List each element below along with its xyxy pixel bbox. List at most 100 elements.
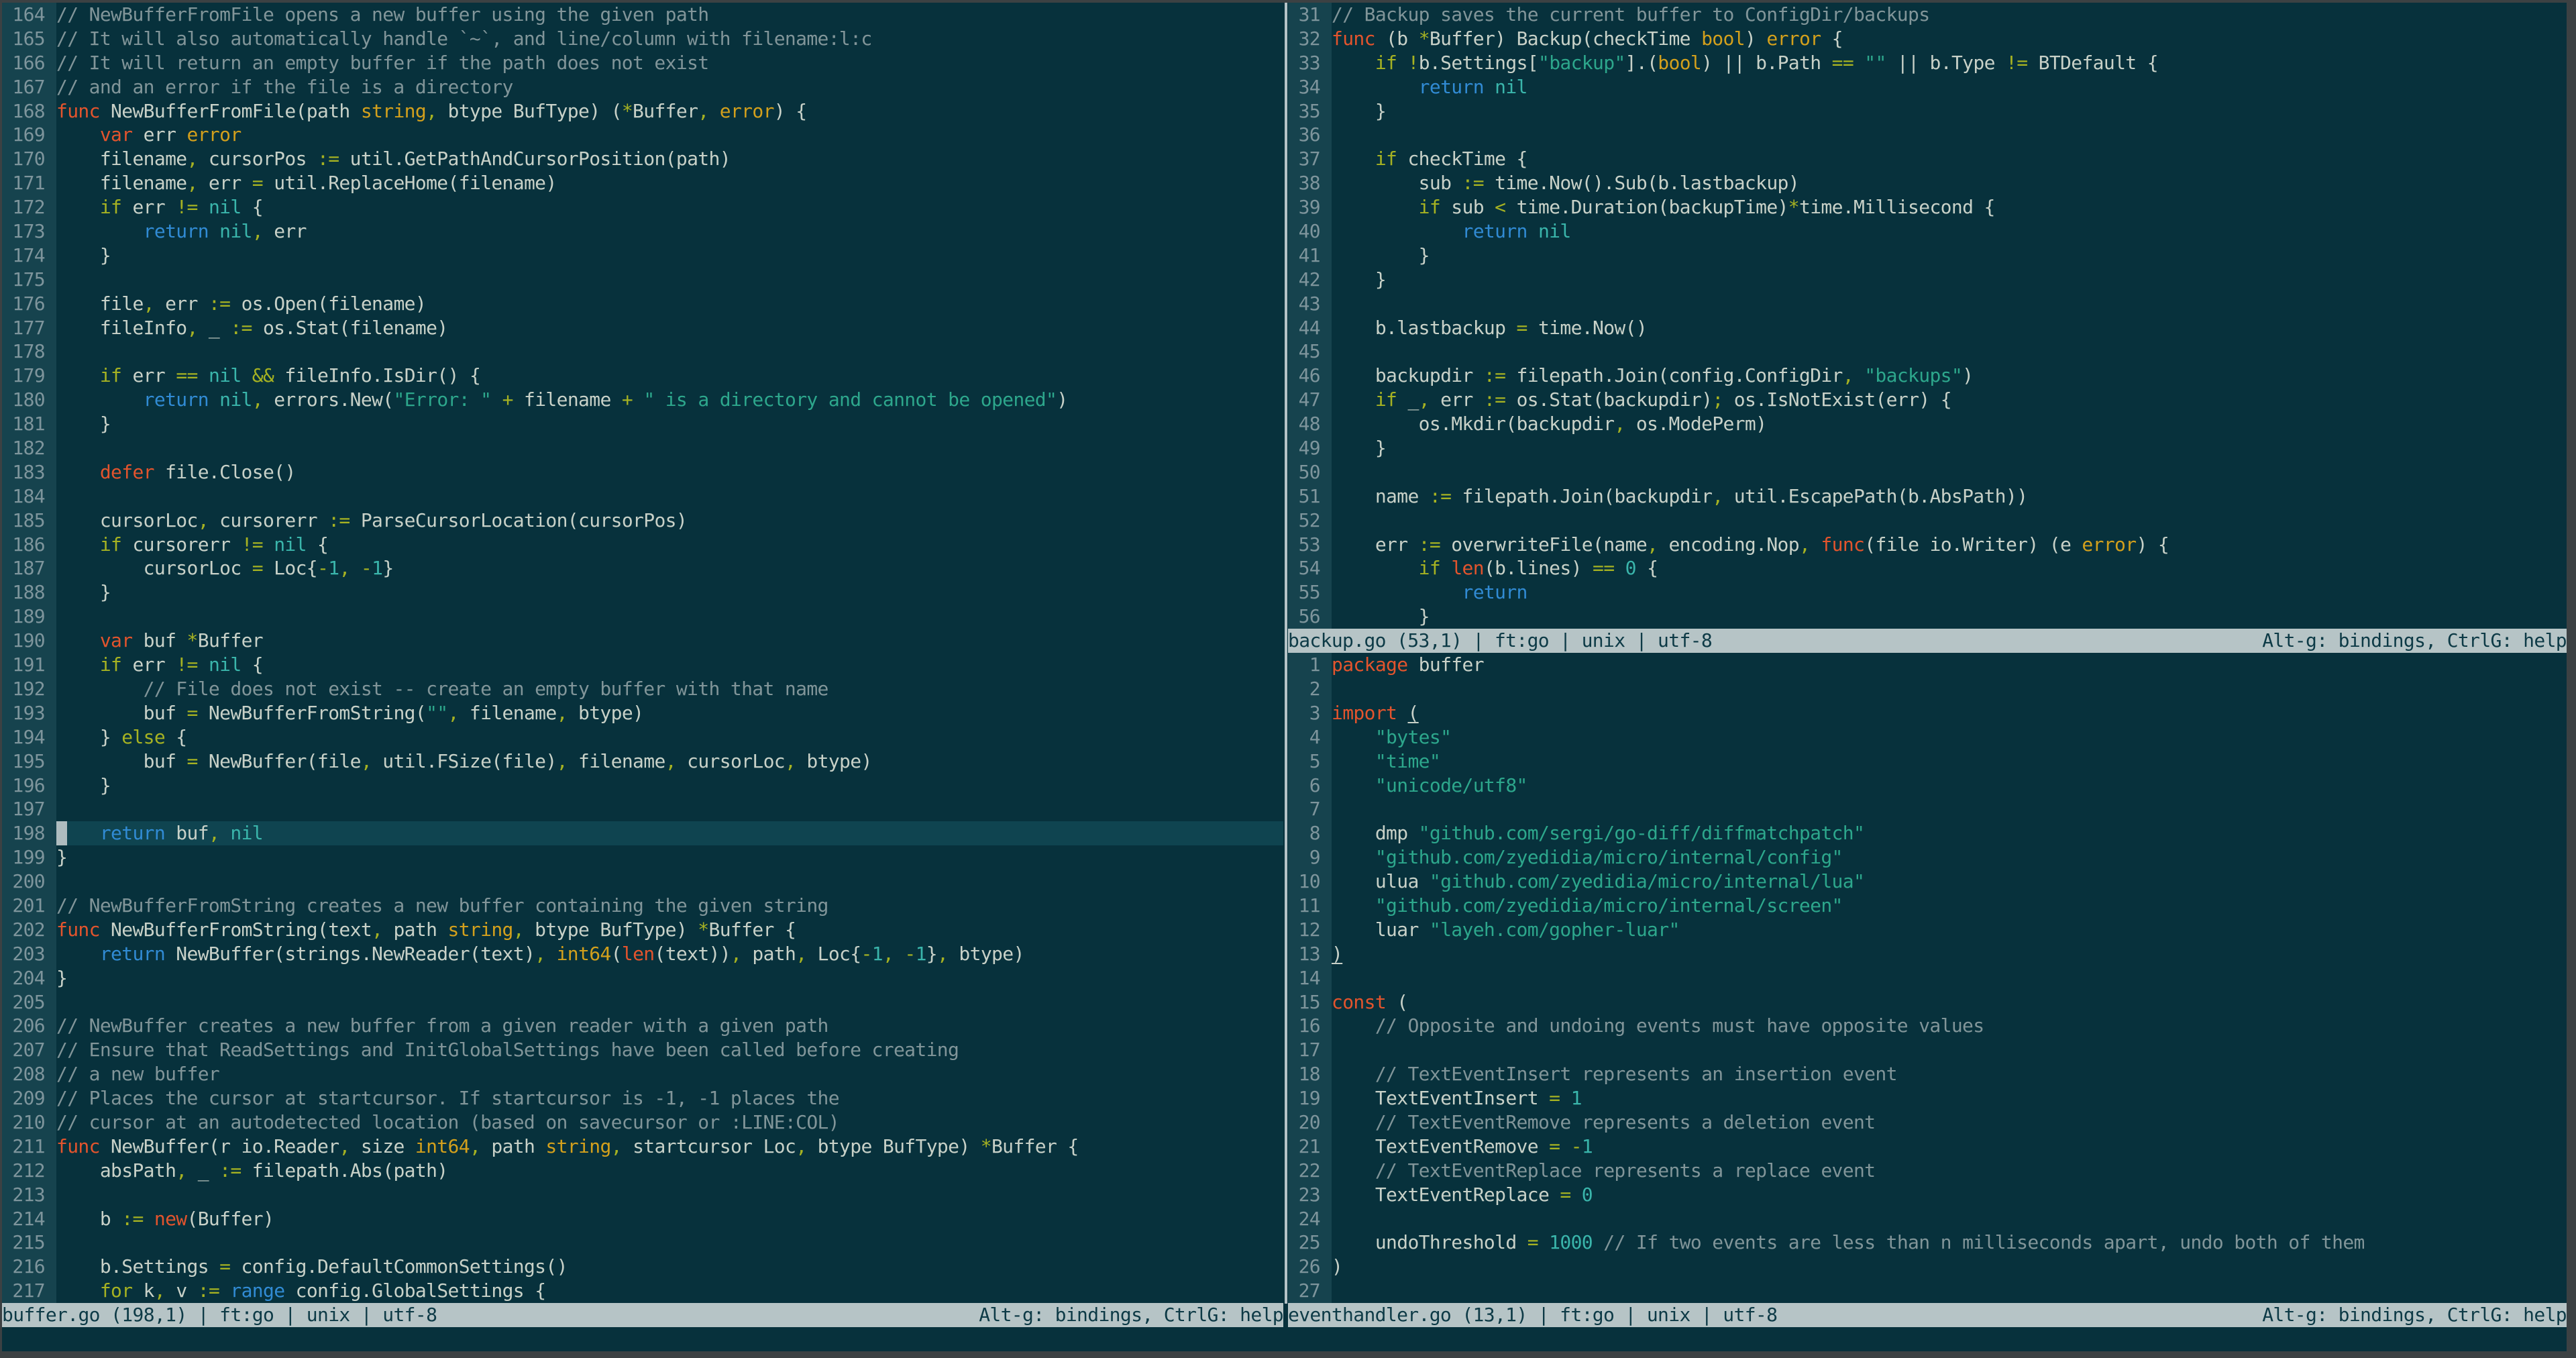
line-content[interactable]: if sub < time.Duration(backupTime)*time.… [1332, 195, 2567, 219]
code-line-165[interactable]: 165// It will also automatically handle … [2, 26, 1283, 51]
line-content[interactable] [56, 436, 1283, 460]
line-content[interactable]: "bytes" [1332, 725, 2567, 749]
code-line-203[interactable]: 203 return NewBuffer(strings.NewReader(t… [2, 941, 1283, 966]
code-line-214[interactable]: 214 b := new(Buffer) [2, 1206, 1283, 1231]
line-content[interactable]: // TextEventRemove represents a deletion… [1332, 1110, 2567, 1135]
line-content[interactable]: } [56, 845, 1283, 870]
code-line-179[interactable]: 179 if err == nil && fileInfo.IsDir() { [2, 364, 1283, 388]
line-content[interactable]: return nil [1332, 75, 2567, 99]
line-content[interactable]: // File does not exist -- create an empt… [56, 677, 1283, 701]
code-line-196[interactable]: 196 } [2, 773, 1283, 798]
pane-right-column[interactable]: 31// Backup saves the current buffer to … [1288, 3, 2567, 1328]
code-area-backup-go[interactable]: 31// Backup saves the current buffer to … [1288, 3, 2567, 629]
code-line-2[interactable]: 2 [1288, 676, 2567, 701]
code-line-202[interactable]: 202 func NewBufferFromString(text, path s… [2, 917, 1283, 942]
code-line-31[interactable]: 31// Backup saves the current buffer to … [1288, 3, 2567, 27]
line-content[interactable]: func NewBufferFromString(text, path stri… [56, 918, 1283, 942]
line-content[interactable]: if len(b.lines) == 0 { [1332, 556, 2567, 580]
line-content[interactable]: // and an error if the file is a directo… [56, 75, 1283, 99]
code-line-34[interactable]: 34 return nil [1288, 74, 2567, 99]
code-line-4[interactable]: 4 "bytes" [1288, 725, 2567, 749]
line-content[interactable] [1332, 460, 2567, 484]
code-line-56[interactable]: 56 } [1288, 605, 2567, 629]
line-content[interactable] [1332, 1279, 2567, 1303]
line-content[interactable] [56, 605, 1283, 629]
code-line-47[interactable]: 47 if _, err := os.Stat(backupdir); os.I… [1288, 388, 2567, 413]
line-content[interactable] [1332, 340, 2567, 364]
code-line-26[interactable]: 26) [1288, 1255, 2567, 1279]
code-line-39[interactable]: 39 if sub < time.Duration(backupTime)*ti… [1288, 195, 2567, 220]
line-content[interactable]: name := filepath.Join(backupdir, util.Es… [1332, 484, 2567, 509]
line-content[interactable]: } [56, 244, 1283, 268]
line-content[interactable]: func (b *Buffer) Backup(checkTime bool) … [1332, 27, 2567, 51]
code-line-25[interactable]: 25 undoThreshold = 1000 // If two events… [1288, 1231, 2567, 1255]
line-content[interactable]: return [1332, 580, 2567, 605]
line-content[interactable]: return NewBuffer(strings.NewReader(text)… [56, 942, 1283, 966]
line-content[interactable]: sub := time.Now().Sub(b.lastbackup) [1332, 171, 2567, 195]
line-content[interactable] [1332, 292, 2567, 316]
line-content[interactable]: // Places the cursor at startcursor. If … [56, 1086, 1283, 1110]
code-line-33[interactable]: 33 if !b.Settings["backup"].(bool) || b.… [1288, 50, 2567, 75]
line-content[interactable]: if cursorerr != nil { [56, 533, 1283, 557]
line-content[interactable]: } [1332, 244, 2567, 268]
line-content[interactable]: func NewBuffer(r io.Reader, size int64, … [56, 1135, 1283, 1159]
line-content[interactable]: "time" [1332, 749, 2567, 774]
code-line-188[interactable]: 188 } [2, 580, 1283, 605]
code-line-182[interactable]: 182 [2, 436, 1283, 460]
line-content[interactable]: filename, cursorPos := util.GetPathAndCu… [56, 147, 1283, 171]
line-content[interactable] [1332, 123, 2567, 147]
code-line-185[interactable]: 185 cursorLoc, cursorerr := ParseCursorL… [2, 508, 1283, 533]
code-line-201[interactable]: 201// NewBufferFromString creates a new … [2, 893, 1283, 918]
line-content[interactable]: absPath, _ := filepath.Abs(path) [56, 1159, 1283, 1183]
code-line-217[interactable]: 217 for k, v := range config.GlobalSetti… [2, 1279, 1283, 1304]
line-content[interactable]: package buffer [1332, 653, 2567, 677]
code-line-194[interactable]: 194 } else { [2, 725, 1283, 749]
code-line-50[interactable]: 50 [1288, 460, 2567, 484]
line-content[interactable]: "github.com/zyedidia/micro/internal/scre… [1332, 894, 2567, 918]
line-content[interactable]: // NewBufferFromString creates a new buf… [56, 894, 1283, 918]
line-content[interactable]: } [56, 774, 1283, 798]
code-line-53[interactable]: 53 err := overwriteFile(name, encoding.N… [1288, 532, 2567, 557]
line-content[interactable]: } else { [56, 725, 1283, 749]
line-content[interactable]: ) [1332, 1255, 2567, 1279]
code-line-36[interactable]: 36 [1288, 123, 2567, 148]
code-line-16[interactable]: 16 // Opposite and undoing events must h… [1288, 1014, 2567, 1039]
code-line-215[interactable]: 215 [2, 1231, 1283, 1255]
line-content[interactable]: // a new buffer [56, 1062, 1283, 1086]
line-content[interactable]: TextEventRemove = -1 [1332, 1135, 2567, 1159]
code-line-169[interactable]: 169 var err error [2, 123, 1283, 148]
code-line-55[interactable]: 55 return [1288, 580, 2567, 605]
line-content[interactable]: // It will also automatically handle `~`… [56, 27, 1283, 51]
line-content[interactable]: if err != nil { [56, 653, 1283, 677]
line-content[interactable]: var err error [56, 123, 1283, 147]
code-line-211[interactable]: 211 func NewBuffer(r io.Reader, size int6… [2, 1134, 1283, 1159]
line-content[interactable] [56, 990, 1283, 1014]
code-line-20[interactable]: 20 // TextEventRemove represents a delet… [1288, 1110, 2567, 1135]
code-line-45[interactable]: 45 [1288, 340, 2567, 364]
line-content[interactable]: // cursor at an autodetected location (b… [56, 1110, 1283, 1135]
line-content[interactable]: if _, err := os.Stat(backupdir); os.IsNo… [1332, 388, 2567, 412]
code-line-12[interactable]: 12 luar "layeh.com/gopher-luar" [1288, 917, 2567, 942]
code-line-183[interactable]: 183 defer file.Close() [2, 460, 1283, 484]
code-line-49[interactable]: 49 } [1288, 436, 2567, 460]
line-content[interactable]: b := new(Buffer) [56, 1207, 1283, 1231]
code-line-200[interactable]: 200 [2, 870, 1283, 894]
code-line-189[interactable]: 189 [2, 605, 1283, 629]
line-content[interactable]: return nil [1332, 219, 2567, 244]
code-line-180[interactable]: 180 return nil, errors.New("Error: " + f… [2, 388, 1283, 413]
code-line-7[interactable]: 7 [1288, 797, 2567, 822]
line-content[interactable]: var buf *Buffer [56, 629, 1283, 653]
line-content[interactable]: } [56, 966, 1283, 990]
code-line-52[interactable]: 52 [1288, 508, 2567, 533]
command-line[interactable] [2, 1327, 2567, 1352]
code-line-10[interactable]: 10 ulua "github.com/zyedidia/micro/inter… [1288, 870, 2567, 894]
line-content[interactable]: filename, err = util.ReplaceHome(filenam… [56, 171, 1283, 195]
code-area-eventhandler-go[interactable]: 1 package buffer 2 3 import (4 "bytes" 5 "tim… [1288, 653, 2567, 1304]
line-content[interactable]: } [1332, 605, 2567, 629]
line-content[interactable] [1332, 966, 2567, 990]
code-line-170[interactable]: 170 filename, cursorPos := util.GetPathA… [2, 147, 1283, 172]
line-content[interactable]: undoThreshold = 1000 // If two events ar… [1332, 1231, 2567, 1255]
line-content[interactable]: "github.com/zyedidia/micro/internal/conf… [1332, 845, 2567, 870]
code-line-168[interactable]: 168 func NewBufferFromFile(path string, b… [2, 99, 1283, 123]
code-line-9[interactable]: 9 "github.com/zyedidia/micro/internal/co… [1288, 845, 2567, 870]
